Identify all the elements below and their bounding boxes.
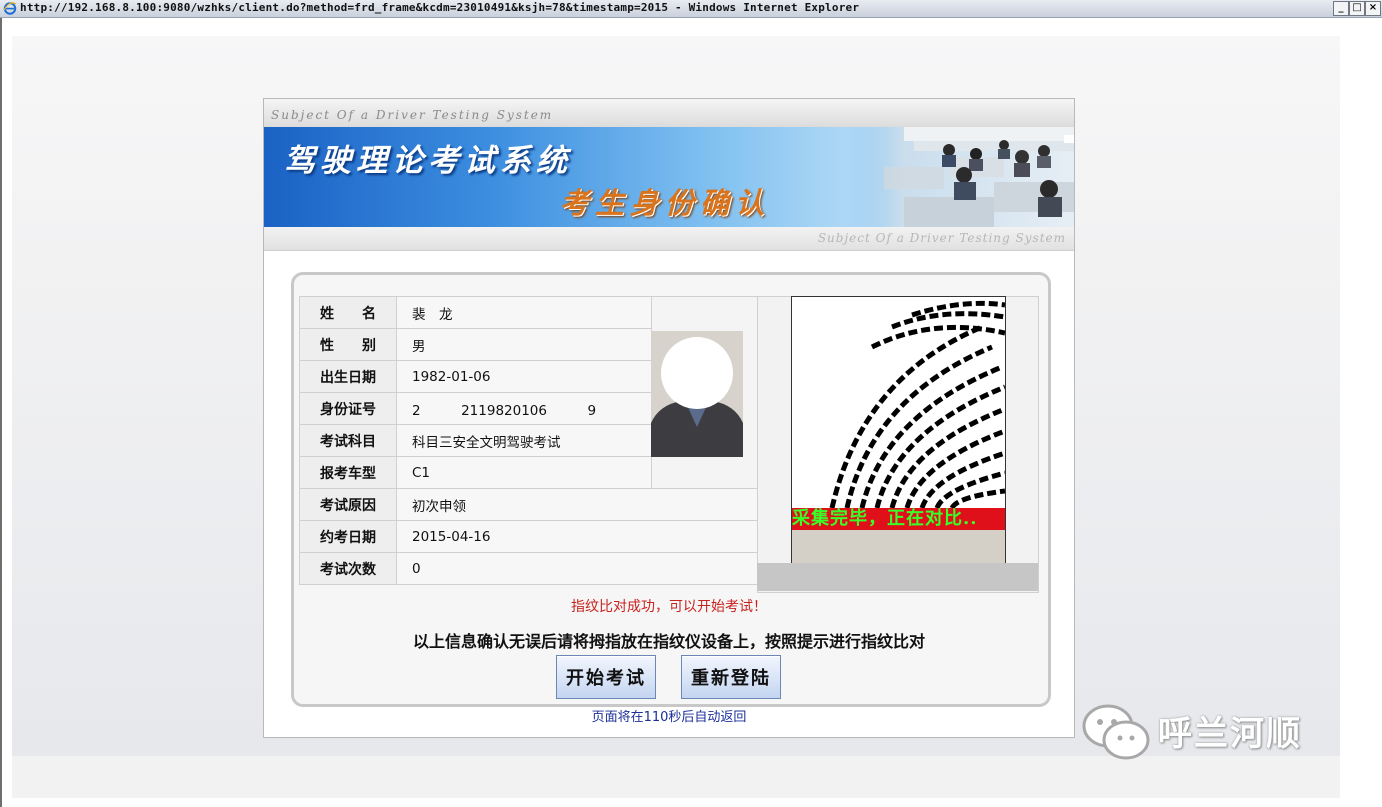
table-row: 考试原因 初次申领 xyxy=(299,488,771,521)
watermark-text: 呼兰河顺 xyxy=(1158,714,1302,754)
fingerprint-status-bar: 采集完毕，正在对比.. xyxy=(792,508,1005,530)
system-title: 驾驶理论考试系统 xyxy=(284,143,572,179)
exam-room-photo xyxy=(844,127,1074,227)
appointment-date-value: 2015-04-16 xyxy=(396,520,771,553)
header-top-strip: Subject Of a Driver Testing System xyxy=(264,99,1074,128)
id-number-value: 2 2119820106 9 xyxy=(396,392,652,425)
exam-reason-label: 考试原因 xyxy=(299,488,397,521)
minimize-button[interactable]: _ xyxy=(1333,1,1349,16)
close-button[interactable]: × xyxy=(1365,1,1381,16)
birthdate-label: 出生日期 xyxy=(299,360,397,393)
window-title: http://192.168.8.100:9080/wzhks/client.d… xyxy=(20,1,860,14)
identity-confirm-panel: Subject Of a Driver Testing System 驾驶理论考… xyxy=(263,98,1075,738)
wechat-watermark: 呼兰河顺 xyxy=(1078,698,1348,768)
fingerprint-status-area xyxy=(792,530,1005,564)
window-left-border xyxy=(0,18,2,807)
header-banner: 驾驶理论考试系统 考生身份确认 xyxy=(264,127,1074,227)
gender-value: 男 xyxy=(396,328,652,361)
vehicle-type-value: C1 xyxy=(396,456,652,489)
birthdate-value: 1982-01-06 xyxy=(396,360,652,393)
exam-subject-value: 科目三安全文明驾驶考试 xyxy=(396,424,652,457)
id-number-label: 身份证号 xyxy=(299,392,397,425)
window-title-bar: http://192.168.8.100:9080/wzhks/client.d… xyxy=(0,0,1382,18)
match-success-message: 指纹比对成功，可以开始考试！ xyxy=(571,599,767,615)
exam-count-label: 考试次数 xyxy=(299,552,397,585)
candidate-photo-image xyxy=(651,331,743,457)
page-subtitle: 考生身份确认 xyxy=(560,186,771,220)
candidate-photo xyxy=(651,331,743,457)
fingerprint-image xyxy=(829,300,1005,510)
appointment-date-label: 约考日期 xyxy=(299,520,397,553)
relogin-button[interactable]: 重新登陆 xyxy=(681,655,781,699)
exam-subject-label: 考试科目 xyxy=(299,424,397,457)
instruction-message: 以上信息确认无误后请将拇指放在指纹仪设备上，按照提示进行指纹比对 xyxy=(412,632,925,651)
start-exam-button[interactable]: 开始考试 xyxy=(556,655,656,699)
gender-label: 性 别 xyxy=(299,328,397,361)
name-label: 姓 名 xyxy=(299,296,397,329)
table-row: 姓 名 裴 龙 xyxy=(299,296,771,489)
exam-count-value: 0 xyxy=(396,552,771,585)
header-bottom-strip-text: Subject Of a Driver Testing System xyxy=(817,231,1066,245)
header-top-strip-text: Subject Of a Driver Testing System xyxy=(271,108,554,122)
fingerprint-scan-area: 采集完毕，正在对比.. xyxy=(791,296,1006,565)
maximize-button[interactable]: □ xyxy=(1349,1,1365,16)
internet-explorer-icon xyxy=(3,2,17,15)
auto-return-countdown: 页面将在110秒后自动返回 xyxy=(591,710,747,725)
vehicle-type-label: 报考车型 xyxy=(299,456,397,489)
name-value: 裴 龙 xyxy=(396,296,652,329)
fingerprint-footer xyxy=(757,563,1038,591)
exam-reason-value: 初次申领 xyxy=(396,488,771,521)
wechat-icon xyxy=(1082,704,1150,760)
header-bottom-strip: Subject Of a Driver Testing System xyxy=(264,227,1074,251)
table-row: 约考日期 2015-04-16 xyxy=(299,520,771,553)
table-row: 考试次数 0 xyxy=(299,552,771,585)
